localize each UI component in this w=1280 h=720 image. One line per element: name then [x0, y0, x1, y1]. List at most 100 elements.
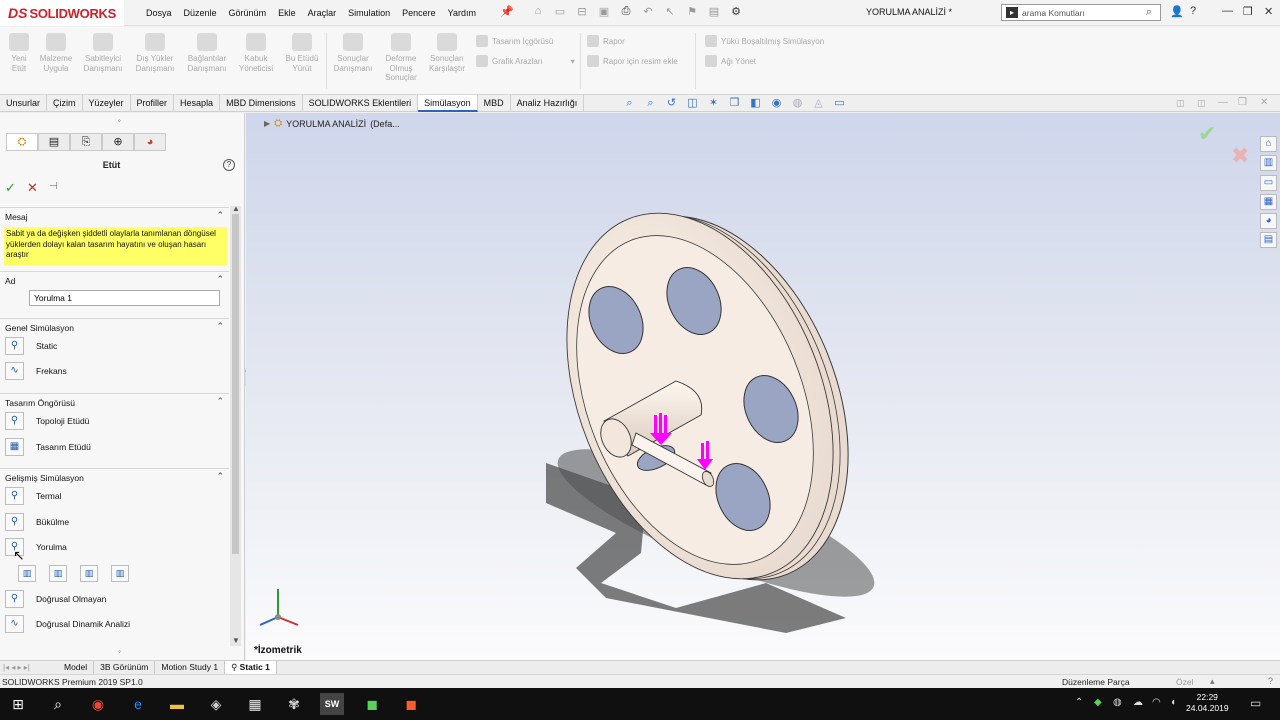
settings-app-icon[interactable]: ✾ — [282, 693, 306, 715]
configuration-manager-tab-icon[interactable]: ⎘ — [70, 133, 102, 151]
display-manager-tab-icon[interactable]: ◕ — [134, 133, 166, 151]
collapse-chevron-icon[interactable]: ⌃ — [216, 396, 224, 407]
network-app-icon[interactable]: ◈ — [204, 693, 228, 715]
collapse-chevron-icon[interactable]: ⌃ — [216, 471, 224, 482]
fixtures-advisor-button[interactable]: Sabitleyici Danışmanı — [81, 33, 125, 73]
property-manager-tab-icon[interactable]: ▤ — [38, 133, 70, 151]
edge-icon[interactable]: e — [126, 693, 150, 715]
fatigue-constant-amplitude-icon[interactable]: ▥ — [18, 565, 36, 582]
tab-3d-view[interactable]: 3B Görünüm — [94, 661, 156, 674]
task-pane-design-library-icon[interactable]: ▥ — [1260, 155, 1277, 171]
tab-analysis-prep[interactable]: Analiz Hazırlığı — [511, 95, 585, 112]
menu-file[interactable]: Dosya — [140, 8, 178, 18]
pin-menu-icon[interactable]: 📌 — [500, 5, 514, 19]
notification-center-icon[interactable]: ▭ — [1250, 696, 1261, 710]
tab-profiles[interactable]: Profiller — [131, 95, 175, 112]
message-group-header[interactable]: Mesaj — [5, 212, 28, 222]
tab-static-study[interactable]: ⚲ Static 1 — [225, 661, 277, 674]
ok-button[interactable]: ✓ — [5, 180, 16, 196]
file-properties-icon[interactable]: ▤ — [706, 5, 722, 20]
viewport-tile-icon[interactable]: ◫ — [1197, 98, 1206, 109]
property-manager-scrollbar[interactable]: ▲ ▼ — [230, 204, 241, 646]
task-pane-appearances-icon[interactable]: ◕ — [1260, 213, 1277, 229]
study-name-input[interactable] — [29, 290, 220, 306]
apply-material-button[interactable]: Malzeme Uygula — [34, 33, 78, 73]
view-settings-icon[interactable]: ▭ — [832, 97, 847, 110]
fatigue-random-vibration-icon[interactable]: ▥ — [111, 565, 129, 582]
option-frequency[interactable]: ∿ Frekans — [5, 361, 67, 381]
search-icon[interactable]: ⌕ — [1146, 6, 1152, 19]
option-nonlinear[interactable]: ⚲ Doğrusal Olmayan — [5, 589, 106, 609]
taskbar-search-icon[interactable]: ⌕ — [46, 693, 70, 715]
advanced-simulation-header[interactable]: Gelişmiş Simülasyon — [5, 473, 84, 483]
hide-show-icon[interactable]: ◉ — [769, 97, 784, 110]
design-insight-header[interactable]: Tasarım Öngörüsü — [5, 398, 75, 408]
menu-edit[interactable]: Düzenle — [178, 8, 223, 18]
collapse-chevron-icon[interactable]: ⌃ — [216, 321, 224, 332]
scrollbar-thumb[interactable] — [232, 214, 239, 554]
command-search[interactable]: ▸ arama Komutları ⌕ — [1001, 4, 1161, 21]
help-icon[interactable]: ? — [1190, 5, 1196, 17]
print-icon[interactable]: ⎙ — [618, 5, 634, 20]
load-sim-button[interactable]: Yükü Boşaltılmış Simülasyon — [705, 35, 824, 47]
shell-manager-button[interactable]: Kabuk Yöneticisi — [234, 33, 278, 73]
unit-system-text[interactable]: Özel — [1176, 677, 1193, 687]
menu-simulation[interactable]: Simulation — [342, 8, 396, 18]
dimxpert-tab-icon[interactable]: ⊕ — [102, 133, 134, 151]
task-pane-view-palette-icon[interactable]: ▦ — [1260, 194, 1277, 210]
task-pane-file-explorer-icon[interactable]: ▭ — [1260, 175, 1277, 191]
undo-icon[interactable]: ↶ — [640, 5, 656, 20]
camtasia-editor-icon[interactable]: ◼ — [399, 693, 423, 715]
report-image-button[interactable]: Rapor için resim ekle — [587, 55, 678, 67]
feature-manager-tab-icon[interactable]: ⛭ — [6, 133, 38, 151]
panel-resize-handle[interactable]: ◦ — [118, 647, 121, 656]
tab-solidworks-addins[interactable]: SOLIDWORKS Eklentileri — [303, 95, 419, 112]
tray-expand-icon[interactable]: ⌃ — [1075, 697, 1083, 708]
home-icon[interactable]: ⌂ — [530, 5, 546, 20]
tab-mbd-dimensions[interactable]: MBD Dimensions — [220, 95, 303, 112]
user-icon[interactable]: 👤 — [1170, 5, 1184, 18]
task-pane-custom-properties-icon[interactable]: ▤ — [1260, 232, 1277, 248]
file-explorer-icon[interactable]: ▬ — [165, 693, 189, 715]
edit-appearance-icon[interactable]: ◍ — [790, 97, 805, 110]
panel-collapse-icon[interactable]: ◦ — [118, 116, 121, 125]
tab-nav-arrows[interactable]: |◂ ◂ ▸ ▸| — [0, 663, 58, 672]
tab-model[interactable]: Model — [58, 661, 95, 674]
menu-tools[interactable]: Araçlar — [302, 8, 343, 18]
external-loads-button[interactable]: Dış Yükler Danışmanı — [133, 33, 177, 73]
task-pane-home-icon[interactable]: ⌂ — [1260, 136, 1277, 152]
view-orientation-icon[interactable]: ❒ — [727, 97, 742, 110]
status-expand-icon[interactable]: ▴ — [1210, 676, 1215, 687]
tab-simulation[interactable]: Simülasyon — [418, 95, 478, 112]
chrome-icon[interactable]: ◉ — [86, 693, 110, 715]
manage-network-button[interactable]: Ağı Yönet — [705, 55, 756, 67]
deformed-result-button[interactable]: Deforme Olmuş Sonuçlar — [379, 33, 423, 83]
camtasia-recorder-icon[interactable]: ◼ — [360, 693, 384, 715]
solidworks-logo[interactable]: DS SOLIDWORKS — [0, 0, 124, 26]
display-style-icon[interactable]: ◧ — [748, 97, 763, 110]
menu-view[interactable]: Görünüm — [223, 8, 273, 18]
scroll-down-icon[interactable]: ▼ — [232, 636, 240, 645]
menu-insert[interactable]: Ekle — [272, 8, 302, 18]
tray-onedrive-icon[interactable]: ☁ — [1133, 697, 1143, 708]
option-static[interactable]: ⚲ Static — [5, 336, 57, 356]
tab-motion-study[interactable]: Motion Study 1 — [155, 661, 226, 674]
zoom-to-area-icon[interactable]: ⌕ — [643, 97, 658, 110]
solidworks-taskbar-icon[interactable]: SW — [320, 693, 344, 715]
connections-advisor-button[interactable]: Bağlantılar Danışmanı — [185, 33, 229, 73]
tray-app-icon[interactable]: ◍ — [1113, 697, 1122, 708]
tray-volume-icon[interactable]: ◖ — [1170, 697, 1176, 708]
tab-evaluate[interactable]: Hesapla — [174, 95, 221, 112]
menu-help[interactable]: Yardım — [442, 8, 482, 18]
option-linear-dynamic[interactable]: ∿ Doğrusal Dinamik Analizi — [5, 614, 130, 634]
general-simulation-header[interactable]: Genel Simülasyon — [5, 323, 74, 333]
pm-help-icon[interactable]: ? — [223, 159, 235, 171]
open-icon[interactable]: ⊟ — [574, 5, 590, 20]
compare-results-button[interactable]: Sonuçları Karşılaştır — [425, 33, 469, 73]
results-advisor-button[interactable]: Sonuçlar Danışmanı — [331, 33, 375, 73]
scroll-up-icon[interactable]: ▲ — [232, 204, 240, 213]
design-insight-button[interactable]: Tasarım İçgörüsü — [476, 35, 553, 47]
rebuild-icon[interactable]: ⚑ — [684, 5, 700, 20]
dynamic-annotation-icon[interactable]: ✶ — [706, 97, 721, 110]
option-buckling[interactable]: ⚲ Bükülme — [5, 512, 69, 532]
